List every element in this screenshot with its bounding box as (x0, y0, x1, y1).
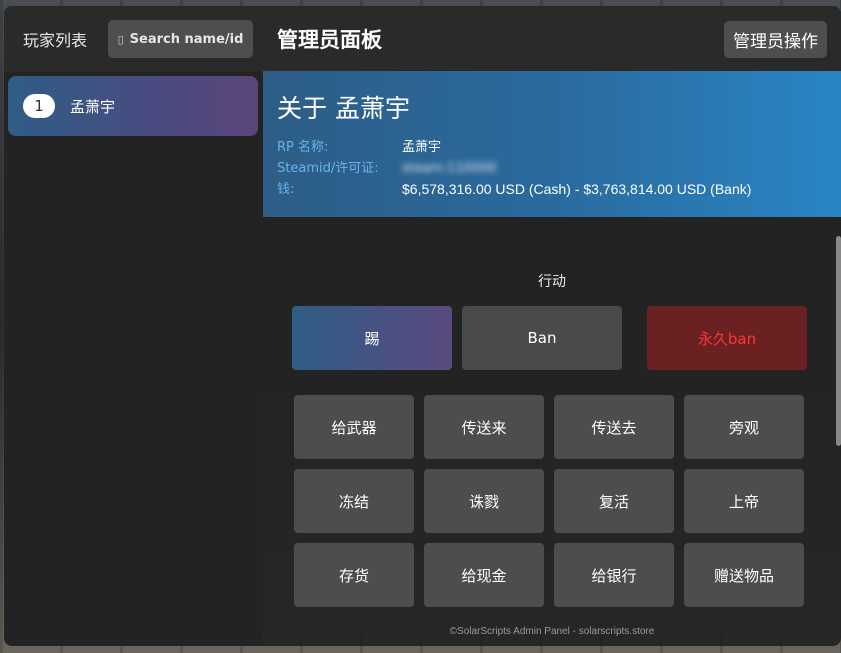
player-list-title: 玩家列表 (23, 31, 88, 50)
search-icon: ▯ (117, 32, 124, 46)
admin-actions-button[interactable]: 管理员操作 (724, 20, 827, 58)
player-name: 孟萧宇 (70, 97, 116, 116)
money-row: 钱: $6,578,316.00 USD (Cash) - $3,763,814… (277, 179, 827, 200)
search-input[interactable]: ▯ Search name/id (108, 20, 253, 58)
permanent-ban-button[interactable]: 永久ban (647, 306, 807, 370)
player-info-card: 关于 孟萧宇 RP 名称: 孟萧宇 Steamid/许可证: steam:110… (263, 71, 841, 217)
page-title: 管理员面板 (277, 28, 382, 52)
give-bank-button[interactable]: 给银行 (554, 543, 674, 607)
action-grid: 给武器 传送来 传送去 旁观 冻结 诛戮 复活 上帝 存货 给现金 给银行 赠送… (294, 395, 804, 607)
player-list-item[interactable]: 1 孟萧宇 (8, 76, 258, 136)
sidebar-header: 玩家列表 ▯ Search name/id (4, 6, 263, 72)
scrollbar[interactable] (836, 236, 841, 446)
actions-heading: 行动 (538, 274, 566, 290)
kick-button[interactable]: 踢 (292, 306, 452, 370)
give-cash-button[interactable]: 给现金 (424, 543, 544, 607)
admin-panel-window: 玩家列表 ▯ Search name/id 1 孟萧宇 管理员面板 管理员操作 … (4, 6, 841, 646)
freeze-button[interactable]: 冻结 (294, 469, 414, 533)
ban-button[interactable]: Ban (462, 306, 622, 370)
steamid-value: steam:110000 (402, 161, 497, 176)
player-id-badge: 1 (23, 94, 55, 118)
footer-credit: ©SolarScripts Admin Panel - solarscripts… (449, 626, 655, 637)
main-content: 管理员面板 管理员操作 关于 孟萧宇 RP 名称: 孟萧宇 Steamid/许可… (263, 6, 841, 646)
spectate-button[interactable]: 旁观 (684, 395, 804, 459)
inventory-button[interactable]: 存货 (294, 543, 414, 607)
revive-button[interactable]: 复活 (554, 469, 674, 533)
player-info-title: 关于 孟萧宇 (277, 94, 410, 123)
top-bar: 管理员面板 管理员操作 (263, 6, 841, 72)
rp-name-value: 孟萧宇 (402, 140, 442, 155)
bring-button[interactable]: 传送来 (424, 395, 544, 459)
kill-button[interactable]: 诛戮 (424, 469, 544, 533)
money-value: $6,578,316.00 USD (Cash) - $3,763,814.00… (402, 181, 752, 197)
steamid-row: Steamid/许可证: steam:110000 (277, 158, 827, 179)
give-item-button[interactable]: 赠送物品 (684, 543, 804, 607)
search-placeholder: Search name/id (129, 31, 244, 47)
money-label: 钱: (277, 182, 295, 197)
give-weapon-button[interactable]: 给武器 (294, 395, 414, 459)
steamid-label: Steamid/许可证: (277, 161, 379, 176)
god-mode-button[interactable]: 上帝 (684, 469, 804, 533)
goto-button[interactable]: 传送去 (554, 395, 674, 459)
rp-name-label: RP 名称: (277, 140, 329, 155)
rp-name-row: RP 名称: 孟萧宇 (277, 137, 827, 158)
sidebar: 玩家列表 ▯ Search name/id 1 孟萧宇 (4, 6, 263, 646)
